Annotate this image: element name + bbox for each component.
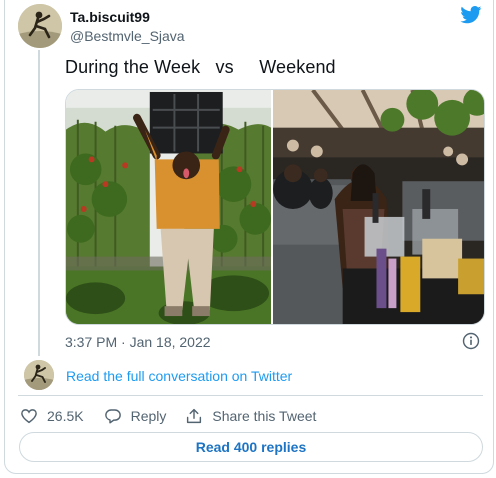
conversation-avatar[interactable] [24, 360, 54, 390]
tweet-actions: 26.5K Reply Share this Tweet [20, 406, 335, 426]
reply-label: Reply [130, 408, 167, 424]
like-button[interactable]: 26.5K [20, 407, 84, 425]
tweet-media[interactable] [65, 89, 485, 325]
tweet-text: During the Week vs Weekend [65, 57, 336, 77]
thread-line [38, 50, 40, 356]
lounge-party-photo[interactable] [273, 90, 484, 324]
author-avatar[interactable] [18, 4, 62, 48]
like-count: 26.5K [47, 408, 84, 424]
share-label: Share this Tweet [212, 408, 317, 424]
reply-bubble-icon [104, 409, 121, 424]
read-conversation-link[interactable]: Read the full conversation on Twitter [66, 368, 292, 384]
reply-button[interactable]: Reply [104, 407, 167, 425]
tweet-timestamp[interactable]: 3:37 PM · Jan 18, 2022 [65, 334, 211, 350]
divider [18, 395, 483, 396]
farm-worker-photo[interactable] [66, 90, 274, 324]
twitter-bird-icon[interactable] [460, 6, 482, 24]
read-replies-button[interactable]: Read 400 replies [19, 432, 483, 462]
author-display-name[interactable]: Ta.biscuit99 [70, 9, 150, 25]
author-handle[interactable]: @Bestmvle_Sjava [70, 28, 185, 44]
info-icon[interactable] [462, 332, 480, 350]
share-icon [187, 408, 202, 424]
share-button[interactable]: Share this Tweet [185, 407, 316, 425]
heart-icon [21, 409, 37, 424]
